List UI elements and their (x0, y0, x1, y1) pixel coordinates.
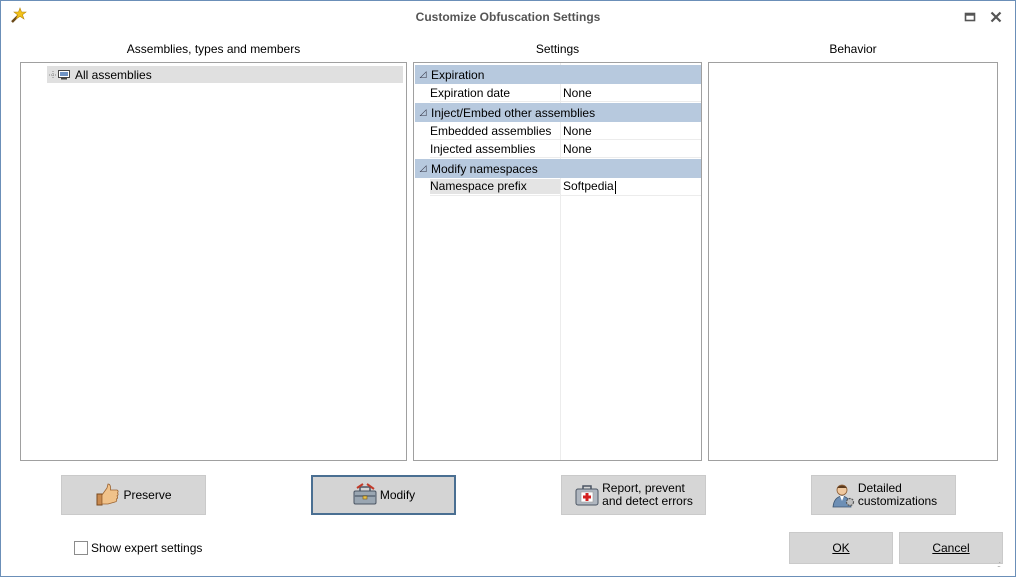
category-label: Modify namespaces (431, 161, 538, 176)
property-name: Injected assemblies (430, 141, 536, 156)
window-title: Customize Obfuscation Settings (415, 10, 601, 24)
settings-property-grid[interactable]: ◿ Expiration Expiration date None ◿ Inje… (413, 62, 702, 461)
show-expert-settings[interactable]: Show expert settings (74, 541, 202, 555)
property-row-embedded-assemblies[interactable]: Embedded assemblies None (430, 122, 701, 140)
property-name: Namespace prefix (430, 179, 560, 194)
assemblies-tree[interactable]: All assemblies (20, 62, 407, 461)
preserve-button[interactable]: Preserve (61, 475, 206, 515)
behavior-heading: Behavior (829, 42, 877, 56)
user-gear-icon (832, 484, 854, 508)
category-inject-embed[interactable]: ◿ Inject/Embed other assemblies (415, 103, 701, 122)
toolbox-icon (353, 483, 377, 505)
category-label: Expiration (431, 67, 485, 82)
property-name: Embedded assemblies (430, 123, 552, 138)
dialog-window: Customize Obfuscation Settings Assemblie… (0, 0, 1016, 577)
modify-label: Modify (379, 487, 416, 502)
detailed-label: Detailed customizations (857, 481, 938, 508)
tree-expander-icon[interactable] (49, 70, 57, 79)
property-row-namespace-prefix[interactable]: Namespace prefix Softpedia (430, 178, 701, 196)
property-value[interactable]: None (560, 86, 592, 100)
category-label: Inject/Embed other assemblies (431, 105, 596, 120)
cancel-label: Cancel (932, 541, 970, 555)
expert-settings-checkbox[interactable] (74, 541, 88, 555)
title-bar: Customize Obfuscation Settings (1, 1, 1015, 33)
report-label: Report, prevent and detect errors (602, 481, 693, 508)
thumbs-up-icon (96, 483, 120, 506)
expert-settings-label: Show expert settings (91, 541, 203, 555)
detailed-customizations-button[interactable]: Detailed customizations (811, 475, 956, 515)
ok-label: OK (832, 541, 850, 555)
assemblies-heading: Assemblies, types and members (126, 42, 301, 56)
first-aid-kit-icon (575, 485, 599, 506)
tree-item-label: All assemblies (75, 67, 152, 82)
property-value[interactable]: None (560, 124, 592, 138)
collapse-triangle-icon[interactable]: ◿ (415, 69, 431, 80)
ok-button[interactable]: OK (789, 532, 893, 564)
cancel-button[interactable]: Cancel (899, 532, 1003, 564)
category-modify-namespaces[interactable]: ◿ Modify namespaces (415, 159, 701, 178)
text-caret (614, 180, 616, 194)
report-button[interactable]: Report, prevent and detect errors (561, 475, 706, 515)
property-row-injected-assemblies[interactable]: Injected assemblies None (430, 140, 701, 158)
settings-heading: Settings (535, 42, 580, 56)
maximize-icon[interactable] (962, 9, 978, 25)
collapse-triangle-icon[interactable]: ◿ (415, 107, 431, 118)
close-icon[interactable] (988, 9, 1004, 25)
property-name: Expiration date (430, 85, 511, 100)
property-value[interactable]: Softpedia (563, 179, 614, 193)
namespace-prefix-input[interactable]: Softpedia (560, 179, 616, 194)
category-expiration[interactable]: ◿ Expiration (415, 65, 701, 84)
property-value[interactable]: None (560, 142, 592, 156)
assembly-icon (58, 69, 70, 79)
modify-button[interactable]: Modify (311, 475, 456, 515)
behavior-panel (708, 62, 998, 461)
resize-grip[interactable]: .: (997, 559, 1001, 569)
property-row-expiration-date[interactable]: Expiration date None (430, 84, 701, 102)
preserve-label: Preserve (123, 487, 172, 502)
collapse-triangle-icon[interactable]: ◿ (415, 163, 431, 174)
tree-item-all-assemblies[interactable]: All assemblies (47, 66, 403, 83)
